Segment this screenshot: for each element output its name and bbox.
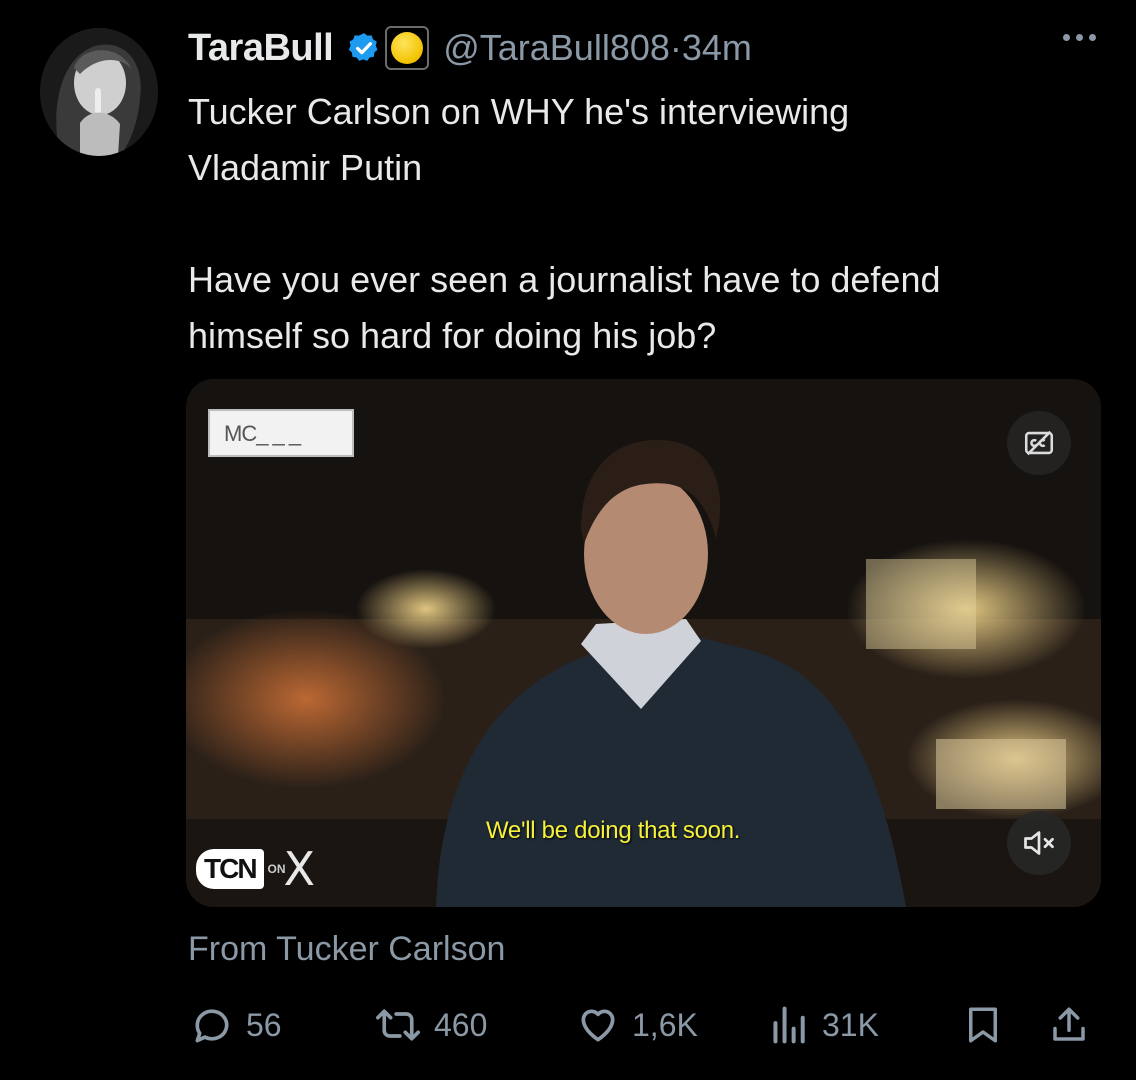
mute-icon[interactable]: [1007, 811, 1071, 875]
verified-icon: [349, 33, 378, 61]
views-icon: [773, 1006, 805, 1044]
tweet-text-paragraph-2: Have you ever seen a journalist have to …: [188, 259, 941, 356]
video-subtitle: We'll be doing that soon.: [486, 817, 741, 844]
author-name[interactable]: TaraBull: [188, 27, 334, 70]
media-attribution[interactable]: From Tucker Carlson: [188, 930, 505, 969]
like-icon: [581, 1009, 615, 1042]
reply-button[interactable]: 56: [190, 1000, 282, 1050]
separator-dot: ·: [669, 27, 682, 68]
bookmark-icon: [969, 1007, 997, 1043]
share-button[interactable]: [1048, 1000, 1090, 1050]
more-icon[interactable]: [1063, 34, 1096, 41]
action-bar: 56 460 1,6K 31K: [186, 1000, 1096, 1050]
reply-icon: [195, 1009, 229, 1043]
repost-count: 460: [434, 1006, 488, 1043]
tcn-logo: TCN ON X: [196, 842, 316, 896]
tcn-logo-x: X: [283, 842, 316, 896]
reply-count: 56: [246, 1006, 282, 1043]
tweet-header: TaraBull @TaraBull808 · 34m: [188, 26, 752, 70]
video-player[interactable]: MC_ _ _ We'll be doing that soon. TCN ON…: [186, 379, 1101, 907]
share-icon: [1053, 1007, 1085, 1041]
views-button[interactable]: 31K: [770, 1000, 879, 1050]
tcn-logo-text: TCN: [196, 849, 264, 889]
views-count: 31K: [822, 1006, 879, 1043]
like-count: 1,6K: [632, 1006, 698, 1043]
avatar[interactable]: [40, 28, 158, 156]
repost-icon: [376, 1009, 420, 1041]
repost-button[interactable]: 460: [374, 1000, 487, 1050]
author-handle[interactable]: @TaraBull808: [443, 27, 670, 69]
bookmark-button[interactable]: [962, 1000, 1004, 1050]
affiliate-badge-icon: [385, 26, 430, 70]
tweet-time[interactable]: 34m: [682, 27, 752, 69]
captions-icon[interactable]: [1007, 411, 1071, 475]
tweet-text: Tucker Carlson on WHY he's interviewing …: [188, 84, 1108, 364]
like-button[interactable]: 1,6K: [576, 1000, 698, 1050]
overlay-label: MC_ _ _: [208, 409, 354, 457]
tweet-text-paragraph-1: Tucker Carlson on WHY he's interviewing …: [188, 91, 850, 188]
